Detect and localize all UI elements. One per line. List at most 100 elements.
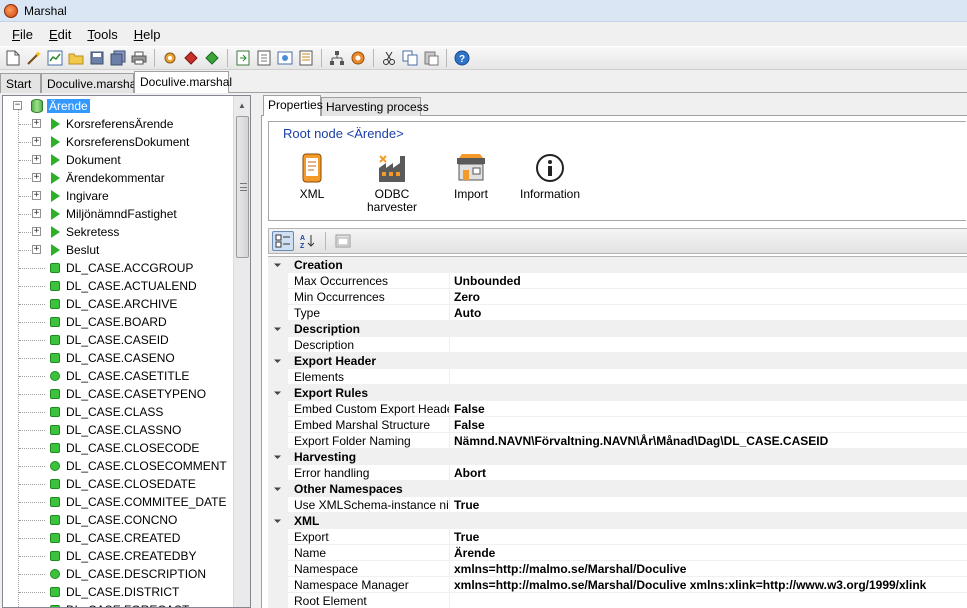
- property-row[interactable]: Use XMLSchema-instance nil True: [268, 497, 967, 513]
- property-row[interactable]: Error handling Abort: [268, 465, 967, 481]
- import-icon[interactable]: [255, 49, 273, 67]
- tab-start[interactable]: Start: [0, 73, 41, 93]
- expand-icon[interactable]: +: [32, 137, 41, 146]
- expand-icon[interactable]: +: [32, 245, 41, 254]
- tree-node[interactable]: DL_CASE.CASEID: [3, 331, 169, 349]
- menu-tools[interactable]: Tools: [79, 27, 125, 42]
- tree-scrollbar[interactable]: ▲: [233, 96, 250, 607]
- expand-icon[interactable]: +: [32, 119, 41, 128]
- menu-edit[interactable]: Edit: [41, 27, 79, 42]
- tree-node[interactable]: DL_CASE.DESCRIPTION: [3, 565, 206, 583]
- tree-node[interactable]: DL_CASE.CONCNO: [3, 511, 177, 529]
- tree-node[interactable]: DL_CASE.CLOSEDATE: [3, 475, 196, 493]
- property-value[interactable]: Auto: [450, 305, 967, 321]
- property-category[interactable]: Creation: [268, 257, 967, 273]
- copy-icon[interactable]: [401, 49, 419, 67]
- property-value[interactable]: True: [450, 497, 967, 513]
- tree-node[interactable]: DL_CASE.COMMITEE_DATE: [3, 493, 226, 511]
- run-red-icon[interactable]: [182, 49, 200, 67]
- property-row[interactable]: Description: [268, 337, 967, 353]
- tree-root[interactable]: − Ärende: [11, 97, 90, 115]
- tree-node[interactable]: DL_CASE.CLOSECODE: [3, 439, 199, 457]
- tree-node[interactable]: DL_CASE.BOARD: [3, 313, 167, 331]
- tab-doculive-2[interactable]: Doculive.marshal: [134, 71, 232, 93]
- property-value[interactable]: [450, 369, 967, 385]
- cut-icon[interactable]: [380, 49, 398, 67]
- property-value[interactable]: False: [450, 401, 967, 417]
- collapse-icon[interactable]: −: [13, 101, 22, 110]
- property-category[interactable]: Export Header: [268, 353, 967, 369]
- tree-node[interactable]: + MiljönämndFastighet: [3, 205, 177, 223]
- tree-node[interactable]: + Ärendekommentar: [3, 169, 165, 187]
- scroll-thumb[interactable]: [236, 116, 249, 258]
- property-pages-icon[interactable]: [332, 231, 354, 251]
- expand-icon[interactable]: +: [32, 227, 41, 236]
- property-value[interactable]: Unbounded: [450, 273, 967, 289]
- tree-node[interactable]: + KorsreferensÄrende: [3, 115, 173, 133]
- expand-icon[interactable]: +: [32, 155, 41, 164]
- tree-node[interactable]: DL_CASE.CASETYPENO: [3, 385, 206, 403]
- hierarchy-icon[interactable]: [328, 49, 346, 67]
- save-all-icon[interactable]: [109, 49, 127, 67]
- xml-action[interactable]: XML: [273, 152, 351, 201]
- new-file-icon[interactable]: [4, 49, 22, 67]
- tree-node[interactable]: DL_CASE.CLASSNO: [3, 421, 181, 439]
- open-folder-icon[interactable]: [67, 49, 85, 67]
- property-row[interactable]: Name Ärende: [268, 545, 967, 561]
- tree-node[interactable]: + Beslut: [3, 241, 99, 259]
- wand-icon[interactable]: [25, 49, 43, 67]
- property-row[interactable]: Min Occurrences Zero: [268, 289, 967, 305]
- property-row[interactable]: Max Occurrences Unbounded: [268, 273, 967, 289]
- property-row[interactable]: Export True: [268, 529, 967, 545]
- tab-harvesting-process[interactable]: Harvesting process: [321, 97, 429, 116]
- tree-node[interactable]: + Ingivare: [3, 187, 109, 205]
- property-row[interactable]: Namespace Manager xmlns=http://malmo.se/M…: [268, 577, 967, 593]
- property-value[interactable]: True: [450, 529, 967, 545]
- tree-node[interactable]: DL_CASE.DISTRICT: [3, 583, 179, 601]
- menu-file[interactable]: File: [4, 27, 41, 42]
- tree-node[interactable]: + KorsreferensDokument: [3, 133, 189, 151]
- property-category[interactable]: Description: [268, 321, 967, 337]
- property-value[interactable]: Abort: [450, 465, 967, 481]
- property-row[interactable]: Embed Custom Export Header False: [268, 401, 967, 417]
- tree-node[interactable]: DL_CASE.FORECAST: [3, 601, 189, 607]
- menu-help[interactable]: Help: [126, 27, 169, 42]
- tree-node[interactable]: DL_CASE.CREATED: [3, 529, 180, 547]
- tree-node[interactable]: DL_CASE.ACCGROUP: [3, 259, 193, 277]
- list-icon[interactable]: [297, 49, 315, 67]
- property-row[interactable]: Export Folder Naming Nämnd.NAVN\Förvaltni…: [268, 433, 967, 449]
- odbc-harvester-action[interactable]: ODBC harvester: [353, 152, 431, 214]
- structure-tree[interactable]: − Ärende + KorsreferensÄrende + Korsreferen…: [2, 95, 251, 608]
- tree-node[interactable]: DL_CASE.CASETITLE: [3, 367, 189, 385]
- plugin-icon[interactable]: [349, 49, 367, 67]
- tree-node[interactable]: + Sekretess: [3, 223, 119, 241]
- property-row[interactable]: Root Element: [268, 593, 967, 608]
- tree-node[interactable]: DL_CASE.ACTUALEND: [3, 277, 197, 295]
- print-icon[interactable]: [130, 49, 148, 67]
- chart-icon[interactable]: [46, 49, 64, 67]
- categorized-icon[interactable]: [272, 231, 294, 251]
- tab-doculive-1[interactable]: Doculive.marshal: [41, 73, 139, 93]
- information-action[interactable]: Information: [511, 152, 589, 201]
- import-action[interactable]: Import: [432, 152, 510, 201]
- property-category[interactable]: XML: [268, 513, 967, 529]
- export-icon[interactable]: [234, 49, 252, 67]
- scroll-up-icon[interactable]: ▲: [234, 97, 250, 113]
- image-icon[interactable]: [276, 49, 294, 67]
- alphabetical-sort-icon[interactable]: AZ: [297, 231, 319, 251]
- property-value[interactable]: [450, 337, 967, 353]
- tree-node[interactable]: DL_CASE.CLASS: [3, 403, 163, 421]
- run-green-icon[interactable]: [203, 49, 221, 67]
- expand-icon[interactable]: +: [32, 209, 41, 218]
- property-row[interactable]: Type Auto: [268, 305, 967, 321]
- tree-node[interactable]: DL_CASE.ARCHIVE: [3, 295, 177, 313]
- expand-icon[interactable]: +: [32, 173, 41, 182]
- tree-node[interactable]: DL_CASE.CREATEDBY: [3, 547, 196, 565]
- tab-properties[interactable]: Properties: [263, 95, 323, 116]
- property-row[interactable]: Elements: [268, 369, 967, 385]
- property-row[interactable]: Embed Marshal Structure False: [268, 417, 967, 433]
- property-grid[interactable]: Creation Max Occurrences Unbounded Min Occu…: [268, 256, 967, 608]
- gear-settings-icon[interactable]: [161, 49, 179, 67]
- property-value[interactable]: Nämnd.NAVN\Förvaltning.NAVN\År\Månad\Dag…: [450, 433, 967, 449]
- property-value[interactable]: xmlns=http://malmo.se/Marshal/Doculive: [450, 561, 967, 577]
